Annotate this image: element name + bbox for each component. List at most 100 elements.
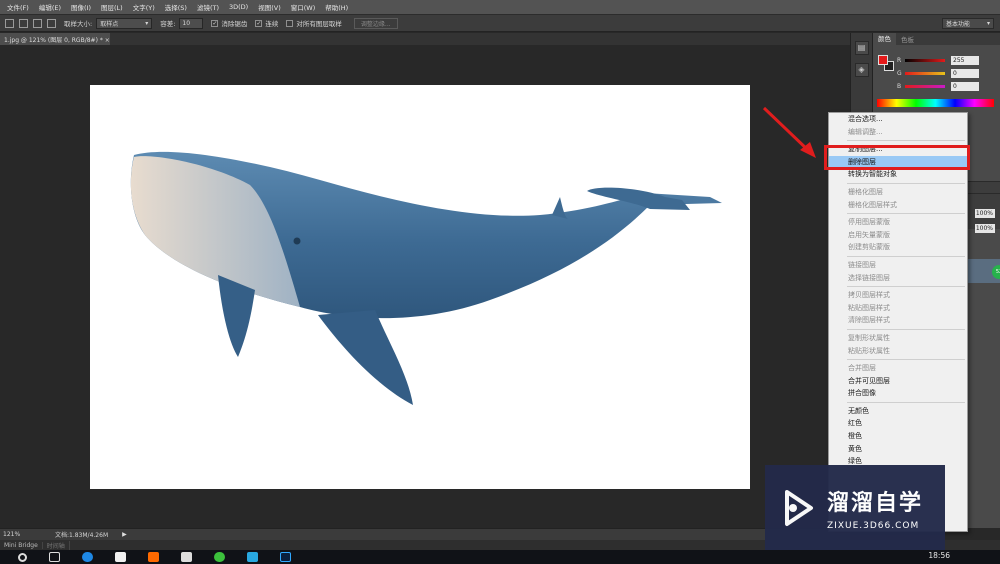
foreground-color[interactable] (878, 55, 888, 65)
whale-image (130, 151, 722, 405)
checkmark-icon: ✓ (255, 19, 263, 27)
context-menu-item[interactable]: 拼合图像 (829, 387, 967, 400)
context-menu-item: 栅格化图层 (848, 187, 883, 196)
menu-item[interactable]: 滤镜(T) (192, 2, 224, 12)
context-menu-item: 复制形状属性 (848, 333, 890, 342)
sample-size-label: 取样大小: (64, 20, 93, 28)
menu-item[interactable]: 编辑(E) (34, 2, 66, 12)
menu-item[interactable]: 帮助(H) (320, 2, 353, 12)
menu-separator (847, 255, 965, 257)
tolerance-label: 容差: (160, 20, 176, 28)
context-menu-item: 栅格化图层样式 (848, 200, 897, 209)
properties-icon[interactable]: ◈ (854, 63, 869, 77)
context-menu-item[interactable]: 黄色 (829, 443, 967, 456)
contiguous-checkbox[interactable]: ✓ 连续 (255, 18, 278, 28)
sample-all-checkbox[interactable]: 对所有图层取样 (286, 18, 342, 28)
fill-input[interactable]: 100% (975, 224, 995, 233)
menu-item[interactable]: 3D(D) (224, 3, 253, 11)
context-menu-item: 启用矢量蒙版 (848, 230, 890, 239)
context-menu-item: 停用图层蒙版 (848, 218, 890, 227)
menu-separator (847, 286, 965, 288)
context-menu-item: 粘贴形状属性 (848, 346, 890, 355)
subtract-selection-icon[interactable] (33, 18, 42, 28)
tolerance-input[interactable]: 10 (179, 17, 204, 29)
context-menu-item: 合并图层 (848, 364, 876, 373)
context-menu-item: 编辑调整... (848, 127, 883, 136)
channel-label: R (897, 56, 902, 64)
document-tab[interactable]: 1.jpg @ 121% (图层 0, RGB/8#) * × (0, 33, 110, 45)
new-selection-icon[interactable] (5, 18, 14, 28)
context-menu-item: 创建剪贴蒙版 (848, 243, 890, 252)
context-menu-item: 选择链接图层 (848, 273, 890, 282)
context-menu-item[interactable]: 合并可见图层 (829, 375, 967, 388)
add-selection-icon[interactable] (19, 18, 28, 28)
store-icon[interactable] (115, 552, 126, 562)
taskbar-clock[interactable]: 18:56 (928, 551, 950, 560)
color-panel-tabs: 颜色 色板 (873, 33, 1000, 45)
context-menu-item: 粘贴图层样式 (848, 303, 890, 312)
speed-badge: 52 (992, 265, 1000, 279)
antialias-label: 消除锯齿 (221, 20, 248, 28)
context-menu-item[interactable]: 转换为智能对象 (829, 168, 967, 181)
menu-item[interactable]: 视图(V) (253, 2, 286, 12)
status-menu-arrow-icon[interactable]: ▶ (122, 531, 127, 538)
color-spectrum[interactable] (877, 99, 994, 107)
tab-color[interactable]: 颜色 (873, 33, 896, 45)
menu-separator (847, 140, 965, 142)
context-menu-item: 拷贝图层样式 (848, 291, 890, 300)
checkbox-empty-icon (286, 19, 294, 27)
chevron-down-icon: ▾ (145, 19, 149, 27)
sample-size-select[interactable]: 取样点 ▾ (96, 17, 153, 29)
annotation-highlight-box (824, 145, 970, 170)
tab-timeline[interactable]: 时间轴 (43, 540, 70, 550)
channel-slider-g[interactable] (905, 71, 945, 75)
watermark-brand: 溜溜自学 (827, 490, 924, 516)
intersect-selection-icon[interactable] (47, 18, 56, 28)
context-menu-item: 清除图层样式 (848, 316, 890, 325)
file-explorer-icon[interactable] (247, 552, 258, 562)
watermark-url: ZIXUE.3D66.COM (827, 520, 920, 531)
menu-item[interactable]: 文件(F) (2, 2, 34, 12)
menu-separator (847, 213, 965, 215)
context-menu-item[interactable]: 无颜色 (829, 405, 967, 418)
opacity-input[interactable]: 100% (975, 209, 995, 218)
context-menu-item[interactable]: 橙色 (829, 430, 967, 443)
tab-swatches[interactable]: 色板 (896, 34, 919, 44)
channel-value-b[interactable]: 0 (951, 81, 979, 91)
photoshop-icon[interactable] (280, 552, 291, 562)
annotation-arrow-icon (762, 106, 816, 158)
antialias-checkbox[interactable]: ✓ 消除锯齿 (211, 18, 247, 28)
menu-separator (847, 359, 965, 361)
refine-edge-button[interactable]: 调整边缘... (353, 17, 398, 29)
workspace-select[interactable]: 基本功能 ▾ (942, 18, 994, 29)
xiaomi-icon[interactable] (148, 552, 159, 562)
channel-row-r: R 255 (897, 55, 997, 65)
document-canvas[interactable] (90, 85, 750, 489)
context-menu-item[interactable]: 混合选项... (829, 113, 967, 126)
document-size: 文档:1.83M/4.26M (55, 532, 109, 539)
menu-item[interactable]: 图像(I) (66, 2, 96, 12)
context-menu-item[interactable]: 红色 (829, 417, 967, 430)
foreground-background-swatch[interactable] (878, 55, 894, 71)
edge-icon[interactable] (82, 552, 93, 562)
tab-mini-bridge[interactable]: Mini Bridge (0, 541, 43, 549)
wechat-icon[interactable] (214, 552, 225, 562)
channel-slider-r[interactable] (905, 58, 945, 62)
channel-label: G (897, 69, 902, 77)
mail-icon[interactable] (181, 552, 192, 562)
menu-item[interactable]: 选择(S) (160, 2, 192, 12)
canvas-area (0, 45, 850, 528)
search-icon[interactable] (18, 552, 27, 562)
options-bar: 取样大小: 取样点 ▾ 容差: 10 ✓ 消除锯齿 ✓ 连续 对所有图层取样 调… (0, 14, 1000, 32)
menu-item[interactable]: 窗口(W) (286, 2, 321, 12)
menu-item[interactable]: 文字(Y) (128, 2, 160, 12)
zoom-level[interactable]: 121% (3, 531, 27, 538)
chevron-down-icon: ▾ (986, 20, 990, 27)
channel-value-r[interactable]: 255 (951, 55, 979, 65)
task-view-icon[interactable] (49, 552, 60, 562)
history-icon[interactable]: ▤ (854, 41, 869, 55)
menu-item[interactable]: 图层(L) (96, 2, 128, 12)
channel-slider-b[interactable] (905, 84, 945, 88)
context-menu-item: 链接图层 (848, 260, 876, 269)
channel-value-g[interactable]: 0 (951, 68, 979, 78)
